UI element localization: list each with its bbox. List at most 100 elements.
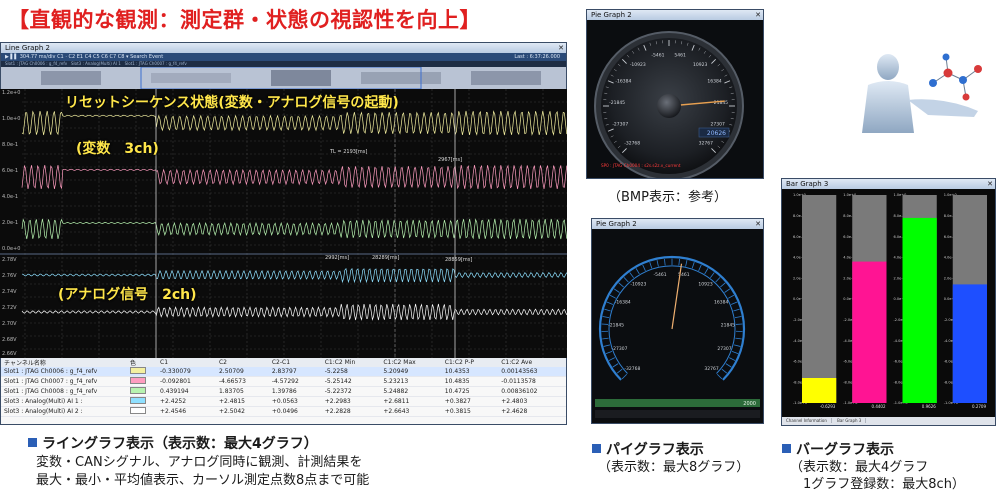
close-icon[interactable]: ✕ (987, 179, 993, 189)
pie-graph-titlebar-1[interactable]: Pie Graph 2 ✕ (587, 10, 763, 20)
value-cell: -5.22372 (321, 386, 381, 397)
gauge-value: 20626 (707, 130, 726, 137)
progress-bar (595, 399, 760, 407)
line-graph-plot[interactable]: 1.2e+0 1.0e+0 8.0e-1 6.0e-1 4.0e-1 2.0e-… (0, 89, 567, 358)
value-cell: 5.20949 (380, 367, 442, 377)
value-cell: 5.23213 (380, 376, 442, 387)
overview-label: Slot3 : Analog(Multi) AI 1 (70, 61, 121, 66)
color-swatch (130, 407, 146, 414)
channel-name-cell: Slot1 : JTAG Ch0006 : g_f4_refv (1, 367, 127, 377)
line-graph-toolbar[interactable]: ▶ ▌▌ 304.77 ms/div C1 · C2 E1 C4 C5 C6 C… (1, 53, 566, 61)
value-cell: +2.6643 (380, 406, 442, 417)
bar-graph-title: Bar Graph 3 (786, 180, 829, 188)
gauge-scale-label: -5461 (651, 53, 664, 59)
gauge-scale-label: -27307 (612, 122, 628, 128)
line-graph-caption-line: 変数・CANシグナル、アナログ同時に観測、計測結果を (36, 455, 363, 470)
table-row[interactable]: Slot3 : Analog(Multi) AI 1 : +2.4252 +2.48… (1, 396, 566, 407)
marker-label: 2992[ms] (325, 255, 349, 261)
bullet-square-icon (782, 444, 791, 453)
value-cell: -0.330079 (157, 367, 216, 377)
gauge-scale-label: 16384 (714, 300, 728, 306)
annotation-variables: (変数 3ch) (76, 141, 159, 157)
value-cell: 10.4353 (441, 367, 499, 377)
value-cell: +0.3815 (441, 406, 499, 417)
pie-graph-window-1: Pie Graph 2 ✕ -32768 -27307 -21845 -16384 -1… (586, 9, 764, 179)
bar (802, 378, 837, 403)
bullet-square-icon (28, 438, 37, 447)
gauge-scale-label: 21845 (721, 323, 735, 329)
value-cell: 2.50709 (215, 367, 269, 377)
tick-label: 6.0e-1 (2, 168, 18, 174)
column-header[interactable]: C1:C2 Ave (498, 358, 566, 367)
marker-label: 28289[ms] (372, 255, 399, 261)
bar-value-label: 0.4402 (872, 404, 886, 409)
column-header[interactable]: C1 (157, 358, 216, 367)
value-cell: 0.00143563 (498, 367, 566, 377)
marker-label: 28859[ms] (445, 257, 472, 263)
table-row[interactable]: Slot1 : JTAG Ch0006 : g_f4_refv -0.330079… (1, 367, 566, 377)
tick-label: 2.70V (2, 321, 17, 327)
overview-strip[interactable] (1, 66, 566, 90)
robot-hand-molecule-illustration (862, 53, 982, 133)
gauge-scale-label: -16384 (615, 300, 631, 306)
table-row[interactable]: Slot1 : JTAG Ch0007 : g_f4_refv -0.092801… (1, 376, 566, 387)
table-row[interactable]: Slot3 : Analog(Multi) AI 2 : +2.4546 +2.50… (1, 406, 566, 417)
gauge-hub (657, 94, 681, 118)
tick-label: 2.68V (2, 337, 17, 343)
channel-color-swatch (127, 406, 157, 417)
tab-bar-graph[interactable]: Bar Graph 3 (833, 418, 867, 423)
line-graph-caption-line: 最大・最小・平均値表示、カーソル測定点数8点まで可能 (36, 473, 370, 488)
value-cell: +2.4815 (215, 396, 269, 407)
channel-name-cell: Slot3 : Analog(Multi) AI 1 : (1, 396, 127, 407)
value-cell: 0.00836102 (498, 386, 566, 397)
value-cell: -4.66573 (215, 376, 269, 387)
gauge-scale-label: -21845 (609, 100, 625, 106)
bar-track (802, 195, 837, 403)
column-header[interactable]: C1:C2 P-P (441, 358, 499, 367)
gauge-scale-label: -10923 (630, 62, 646, 68)
column-header[interactable]: C2-C1 (268, 358, 322, 367)
pie-graph-titlebar-2[interactable]: Pie Graph 2 ✕ (592, 219, 763, 229)
table-header-row: チャンネル名称 色 C1 C2 C2-C1 C1:C2 Min C1:C2 Ma… (1, 358, 566, 367)
bmp-gauge[interactable]: -32768 -27307 -21845 -16384 -10923 -5461 5461 1… (587, 20, 763, 178)
table-row[interactable]: Slot1 : JTAG Ch0008 : g_f4_refv 0.439194 1… (1, 386, 566, 397)
tick-label: 4.0e-1 (2, 194, 18, 200)
close-icon[interactable]: ✕ (755, 10, 761, 20)
bar-graph-titlebar[interactable]: Bar Graph 3 ✕ (782, 179, 995, 189)
close-icon[interactable]: ✕ (755, 219, 761, 229)
column-header[interactable]: 色 (127, 358, 157, 367)
column-header[interactable]: C1:C2 Min (321, 358, 381, 367)
column-header[interactable]: チャンネル名称 (1, 358, 127, 367)
line-graph-titlebar[interactable]: Line Graph 2 ✕ (1, 43, 566, 53)
tick-label: 2.76V (2, 273, 17, 279)
toolbar-text[interactable]: ▶ ▌▌ 304.77 ms/div C1 · C2 E1 C4 C5 C6 C… (5, 54, 163, 60)
bar-graph-tabs: Channel Information Bar Graph 3 (782, 417, 995, 425)
column-header[interactable]: C2 (215, 358, 269, 367)
gauge-scale-label: -32768 (624, 140, 640, 146)
value-cell: 10.4835 (441, 376, 499, 387)
overview-waveform (1, 66, 566, 90)
value-cell: 10.4725 (441, 386, 499, 397)
value-cell: +2.4628 (498, 406, 566, 417)
close-icon[interactable]: ✕ (558, 43, 564, 53)
tick-label: 2.74V (2, 289, 17, 295)
bar-chart[interactable]: 1.0e+08.0e-16.0e-14.0e-12.0e-10.0e+0-2.0… (782, 189, 995, 417)
gauge-scale-label: 10923 (693, 62, 707, 68)
tab-channel-information[interactable]: Channel Information (782, 418, 832, 423)
pie-graph-1-caption: （BMP表示：参考） (608, 190, 727, 205)
bar-graph-caption-head: バーグラフ表示 (782, 439, 894, 459)
measurement-table: チャンネル名称 色 C1 C2 C2-C1 C1:C2 Min C1:C2 Ma… (1, 358, 566, 424)
value-cell: 5.24882 (380, 386, 442, 397)
column-header[interactable]: C1:C2 Max (380, 358, 442, 367)
gauge-scale-label: 32767 (699, 140, 713, 146)
tick-label: 0.0e+0 (2, 246, 20, 252)
arc-gauge[interactable]: -32768-27307-21845-16384-10923-5461 54611… (592, 229, 763, 423)
pie-graph-title-1: Pie Graph 2 (591, 11, 632, 19)
value-cell: 2.83797 (268, 367, 322, 377)
bar (952, 284, 987, 403)
gauge-scale-label: 16384 (707, 79, 721, 85)
gauge-status: SP0 : JTAG Ch0004 : s2s.s2z.v_current (601, 163, 681, 168)
bar-value-label: 0.2709 (972, 404, 986, 409)
value-cell: +2.4803 (498, 396, 566, 407)
gauge-scale-label: -10923 (630, 282, 646, 288)
